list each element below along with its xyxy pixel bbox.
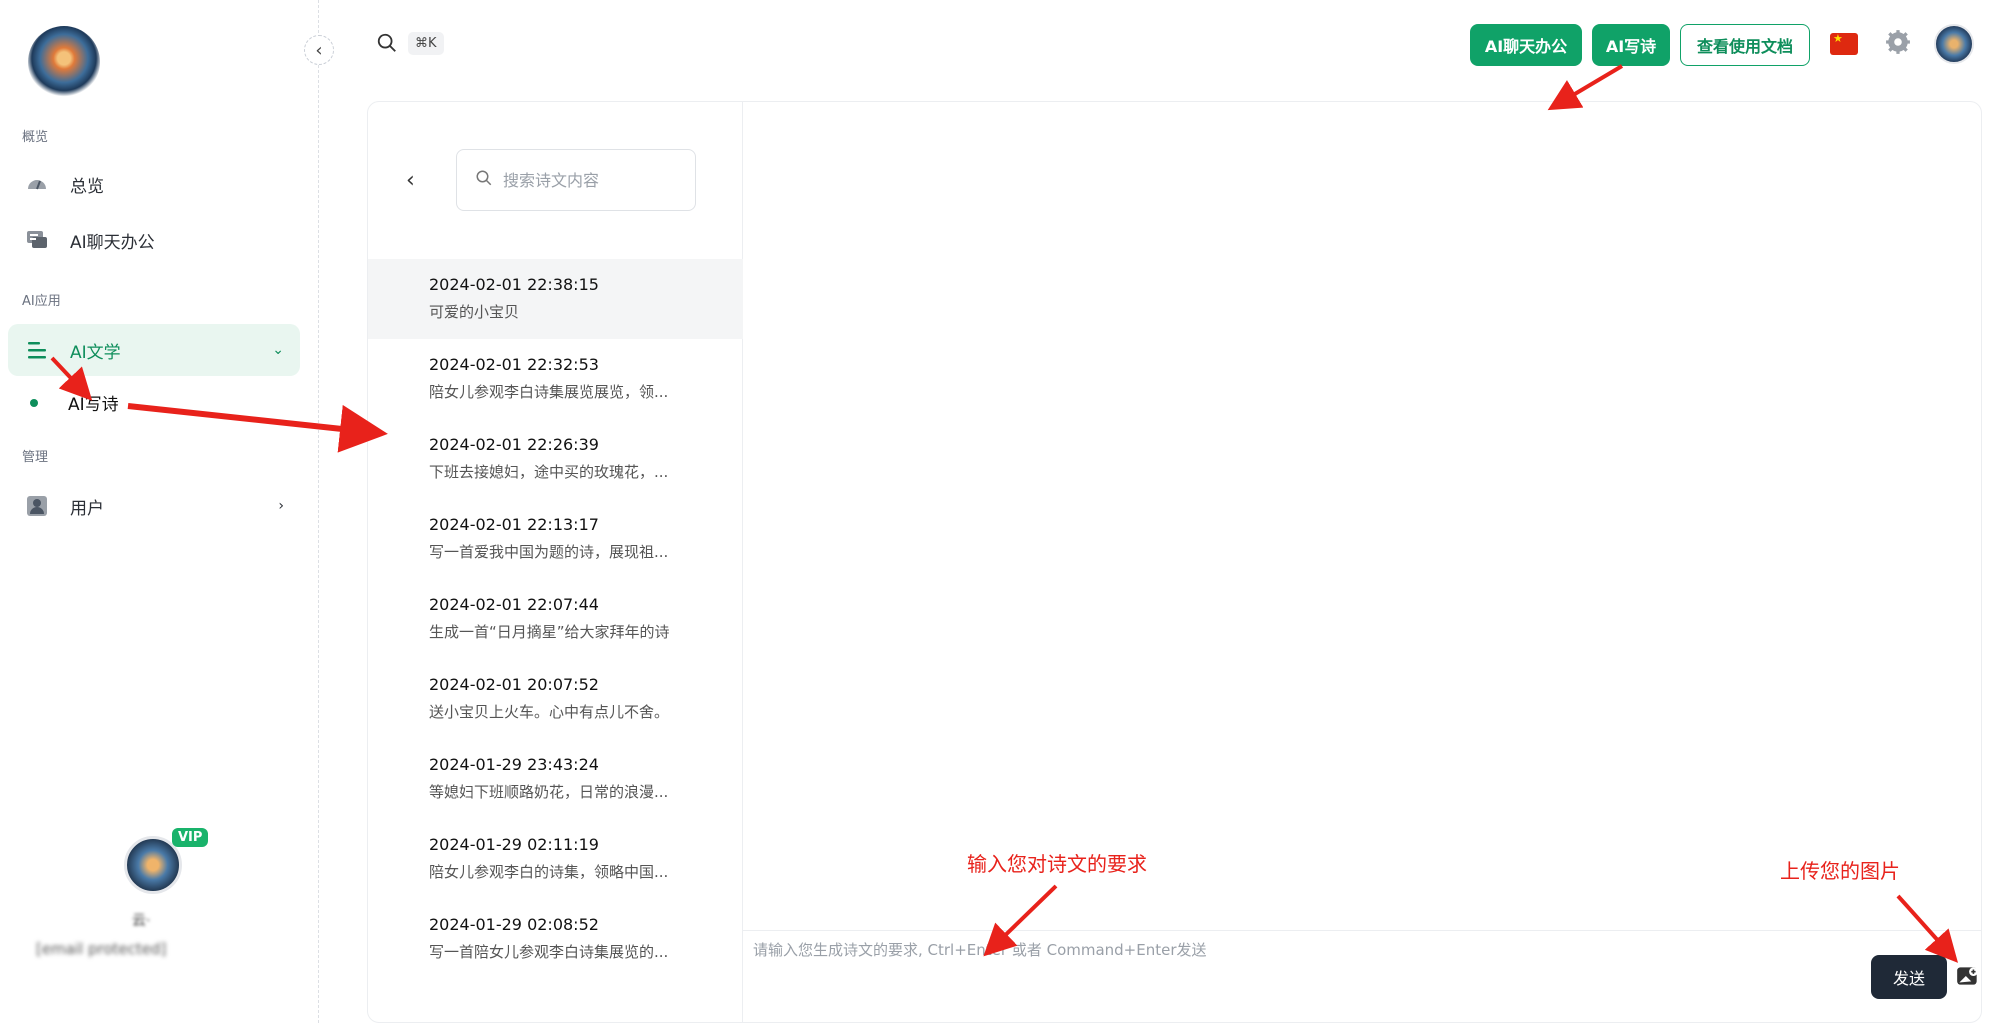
history-item-title: 生成一首“日月摘星”给大家拜年的诗 [429, 623, 670, 641]
history-panel: ‹ 2024-02-01 22:38:15可爱的小宝贝2024-02-01 22… [368, 102, 743, 1022]
history-item-time: 2024-01-29 02:08:52 [429, 915, 599, 934]
history-item-time: 2024-01-29 02:11:19 [429, 835, 599, 854]
sidebar: ‹ 概览 总览 AI聊天办公 AI应用 AI文学 ⌄ AI写诗 管理 用户 › … [0, 0, 334, 1023]
history-item[interactable]: 2024-02-01 22:38:15 可爱的小宝贝 [368, 259, 743, 339]
history-item-title: 送小宝贝上火车。心中有点儿不舍。 [429, 703, 670, 721]
send-button[interactable]: 发送 [1871, 955, 1947, 999]
history-item[interactable]: 2024-02-01 20:07:52 送小宝贝上火车。心中有点儿不舍。 [368, 659, 743, 739]
sidebar-item-chat[interactable]: AI聊天办公 [8, 214, 300, 266]
chat-icon [24, 227, 50, 253]
history-item[interactable]: 2024-01-29 02:08:52 写一首陪女儿参观李白诗集展览的... [368, 899, 743, 979]
back-chevron-icon[interactable]: ‹ [406, 168, 415, 193]
history-item-time: 2024-02-01 22:38:15 [429, 275, 599, 294]
upload-hint-annotation: 上传您的图片 [1780, 859, 1900, 883]
sidebar-item-label: AI文学 [70, 342, 121, 363]
dashboard-icon [24, 171, 50, 197]
history-search[interactable] [456, 149, 696, 211]
sidebar-item-label: 总览 [70, 176, 104, 197]
sidebar-item-literature[interactable]: AI文学 ⌄ [8, 324, 300, 376]
history-item[interactable]: 2024-01-29 23:43:24 等媳妇下班顺路奶花，日常的浪漫... [368, 739, 743, 819]
history-item-title: 写一首陪女儿参观李白诗集展览的... [429, 943, 669, 961]
history-item-title: 可爱的小宝贝 [429, 303, 520, 321]
history-item-time: 2024-02-01 22:26:39 [429, 435, 599, 454]
menu-lines-icon [24, 337, 50, 363]
app-logo[interactable] [28, 26, 100, 98]
user-email: [email protected] [36, 940, 167, 958]
history-item-time: 2024-02-01 22:32:53 [429, 355, 599, 374]
sidebar-subitem-label: AI写诗 [68, 395, 119, 415]
history-item-title: 下班去接媳妇，途中买的玫瑰花，... [429, 463, 669, 481]
history-item[interactable]: 2024-02-01 22:13:17 写一首爱我中国为题的诗，展现祖... [368, 499, 743, 579]
input-hint-annotation: 输入您对诗文的要求 [967, 852, 1147, 876]
top-bar: ⌘K AI聊天办公 AI写诗 查看使用文档 ★ [320, 0, 2000, 90]
view-docs-button[interactable]: 查看使用文档 [1680, 24, 1810, 66]
history-item[interactable]: 2024-02-01 22:07:44 生成一首“日月摘星”给大家拜年的诗 [368, 579, 743, 659]
history-item[interactable]: 2024-02-01 22:26:39 下班去接媳妇，途中买的玫瑰花，... [368, 419, 743, 499]
history-item-time: 2024-02-01 20:07:52 [429, 675, 599, 694]
history-item-title: 写一首爱我中国为题的诗，展现祖... [429, 543, 669, 561]
history-item-time: 2024-02-01 22:07:44 [429, 595, 599, 614]
gear-icon[interactable] [1885, 29, 1911, 59]
user-profile: VIP 云· [email protected] [0, 828, 319, 970]
shortcut-badge: ⌘K [408, 32, 444, 55]
chevron-down-icon: ⌄ [272, 342, 284, 358]
vip-badge: VIP [172, 828, 209, 847]
search-icon [475, 169, 493, 191]
search-icon[interactable] [376, 32, 398, 58]
main-panel: ‹ 2024-02-01 22:38:15可爱的小宝贝2024-02-01 22… [367, 101, 1982, 1023]
china-flag-icon[interactable]: ★ [1830, 33, 1858, 55]
sidebar-item-users[interactable]: 用户 › [8, 480, 300, 532]
group-label-overview: 概览 [22, 130, 49, 145]
composer: 发送 [743, 930, 1981, 1022]
history-item[interactable]: 2024-01-29 02:11:19 陪女儿参观李白的诗集，领略中国... [368, 819, 743, 899]
active-dot-icon [30, 398, 38, 407]
group-label-apps: AI应用 [22, 294, 61, 309]
history-item-title: 陪女儿参观李白的诗集，领略中国... [429, 863, 669, 881]
user-icon [24, 493, 50, 519]
history-item-title: 等媳妇下班顺路奶花，日常的浪漫... [429, 783, 669, 801]
group-label-admin: 管理 [22, 450, 49, 465]
history-item-time: 2024-01-29 23:43:24 [429, 755, 599, 774]
sidebar-item-overview[interactable]: 总览 [8, 158, 300, 210]
ai-poem-button[interactable]: AI写诗 [1592, 24, 1670, 66]
history-item-title: 陪女儿参观李白诗集展览展览，领... [429, 383, 669, 401]
user-avatar[interactable] [1934, 24, 1974, 64]
history-item[interactable]: 2024-02-01 22:32:53 陪女儿参观李白诗集展览展览，领... [368, 339, 743, 419]
history-item-time: 2024-02-01 22:13:17 [429, 515, 599, 534]
user-name: 云· [132, 913, 151, 929]
poem-request-input[interactable] [753, 939, 1853, 979]
history-search-input[interactable] [503, 170, 673, 190]
ai-chat-button[interactable]: AI聊天办公 [1470, 24, 1582, 66]
sidebar-item-label: AI聊天办公 [70, 232, 155, 253]
sidebar-item-label: 用户 [70, 498, 104, 519]
chevron-right-icon: › [278, 498, 284, 514]
image-upload-icon[interactable] [1955, 963, 1981, 993]
sidebar-subitem-poem[interactable]: AI写诗 [30, 390, 119, 415]
